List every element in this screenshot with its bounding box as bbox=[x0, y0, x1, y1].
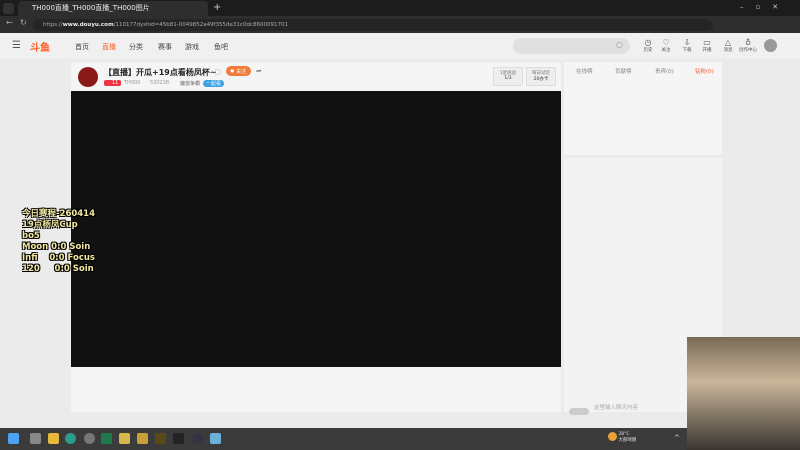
room-title: 【直播】开瓜+19点看杨凤杯~ bbox=[104, 68, 217, 77]
weather-widget[interactable]: 28°C 大部晴朗 bbox=[608, 432, 636, 444]
streamer-avatar[interactable] bbox=[78, 67, 98, 87]
broadcast-icon: ▭ bbox=[703, 38, 711, 47]
download-icon: ⇩ bbox=[683, 38, 691, 47]
douyu-logo[interactable]: 斗鱼 bbox=[30, 39, 50, 54]
tab-online-rank[interactable]: 在线榜 bbox=[576, 67, 593, 75]
popularity-count: 530238 bbox=[150, 80, 170, 86]
back-icon[interactable]: ← bbox=[6, 18, 13, 27]
start-icon[interactable] bbox=[8, 433, 19, 444]
explorer-icon[interactable] bbox=[48, 433, 59, 444]
level-badge: 11 bbox=[104, 80, 122, 86]
broadcast-button[interactable]: ▭ 开播 bbox=[697, 38, 717, 53]
follow-list-button[interactable]: ♡ 关注 bbox=[656, 38, 676, 53]
app-icon-6[interactable] bbox=[173, 433, 184, 444]
url-field[interactable]: https://www.douyu.com/110177dyshid=45b81… bbox=[33, 19, 713, 31]
browser-tab-bar: TH000直播_TH000直播_TH000图片 + –▫✕ bbox=[0, 0, 800, 16]
schedule-overlay: 今日赛程-260414 19点杨凤Cup bo5 Moon 0:0 Soin Infi … bbox=[22, 209, 96, 274]
chat-emoji-button[interactable] bbox=[569, 408, 589, 415]
app-icon-7[interactable] bbox=[192, 433, 203, 444]
ranking-panel bbox=[564, 62, 722, 155]
quest-box[interactable]: 1星挑战 1/3 bbox=[493, 67, 523, 86]
history-icon: ◷ bbox=[644, 38, 652, 47]
creator-center-button[interactable]: ♁ 创作中心 bbox=[737, 38, 759, 53]
tab-list-button[interactable] bbox=[3, 3, 14, 14]
nav-events[interactable]: 赛事 bbox=[158, 42, 172, 52]
weather-icon bbox=[608, 432, 617, 441]
tray-chevron-icon[interactable]: ^ bbox=[674, 434, 680, 442]
app-icon-1[interactable] bbox=[84, 433, 95, 444]
url-path: /110177dyshid=45b81-0049852a49f355de31c0… bbox=[113, 22, 288, 28]
new-tab-icon[interactable]: + bbox=[213, 2, 221, 13]
tag-badge[interactable]: 一起看 bbox=[203, 80, 225, 87]
edge-icon[interactable] bbox=[65, 433, 76, 444]
tab-contribution-rank[interactable]: 贡献榜 bbox=[615, 67, 632, 75]
category-link[interactable]: 魔兽争霸 bbox=[180, 80, 200, 87]
menu-icon[interactable]: ☰ bbox=[12, 40, 21, 51]
daily-trial-box[interactable]: 每日试玩 20办卡 bbox=[526, 67, 556, 86]
share-icon[interactable]: ➦ bbox=[256, 67, 262, 75]
reload-icon[interactable]: ↻ bbox=[20, 18, 27, 27]
url-prefix: https:// bbox=[43, 22, 63, 28]
search-input[interactable]: ○ bbox=[513, 38, 630, 54]
heart-icon: ♡ bbox=[662, 38, 670, 47]
webcam-overlay bbox=[687, 337, 800, 450]
follow-button[interactable]: ♥ 关注 bbox=[226, 66, 251, 76]
app-icon-4[interactable] bbox=[137, 433, 148, 444]
chat-input[interactable]: 这里输入聊天内容 bbox=[594, 403, 638, 411]
window-controls[interactable]: –▫✕ bbox=[740, 3, 790, 11]
messages-button[interactable]: △ 消息 bbox=[718, 38, 738, 53]
search-icon[interactable]: ○ bbox=[616, 40, 623, 49]
app-icon-3[interactable] bbox=[119, 433, 130, 444]
history-button[interactable]: ◷ 历史 bbox=[638, 38, 658, 53]
browser-tab[interactable]: TH000直播_TH000直播_TH000图片 bbox=[18, 1, 208, 16]
nav-fishbar[interactable]: 鱼吧 bbox=[214, 42, 228, 52]
download-button[interactable]: ⇩ 下载 bbox=[677, 38, 697, 53]
tab-vip[interactable]: 贵宾(0) bbox=[655, 67, 674, 75]
avatar[interactable] bbox=[764, 39, 777, 52]
nav-games[interactable]: 游戏 bbox=[185, 42, 199, 52]
tab-diamond-fans[interactable]: 钻粉(0) bbox=[695, 67, 714, 75]
app-icon-2[interactable] bbox=[101, 433, 112, 444]
app-icon-8[interactable] bbox=[210, 433, 221, 444]
taskview-icon[interactable] bbox=[30, 433, 41, 444]
nav-home[interactable]: 首页 bbox=[75, 42, 89, 52]
nav-category[interactable]: 分类 bbox=[129, 42, 143, 52]
nav-live[interactable]: 直播 bbox=[102, 42, 116, 52]
streamer-name[interactable]: TH000 bbox=[124, 80, 140, 86]
settings-icon[interactable]: ◌ bbox=[214, 67, 221, 76]
app-icon-5[interactable] bbox=[155, 433, 166, 444]
bell-icon: △ bbox=[724, 38, 732, 47]
bulb-icon: ♁ bbox=[745, 38, 751, 47]
tab-title: TH000直播_TH000直播_TH000图片 bbox=[32, 4, 150, 12]
url-domain: www.douyu.com bbox=[62, 22, 114, 28]
video-player[interactable] bbox=[71, 91, 561, 367]
